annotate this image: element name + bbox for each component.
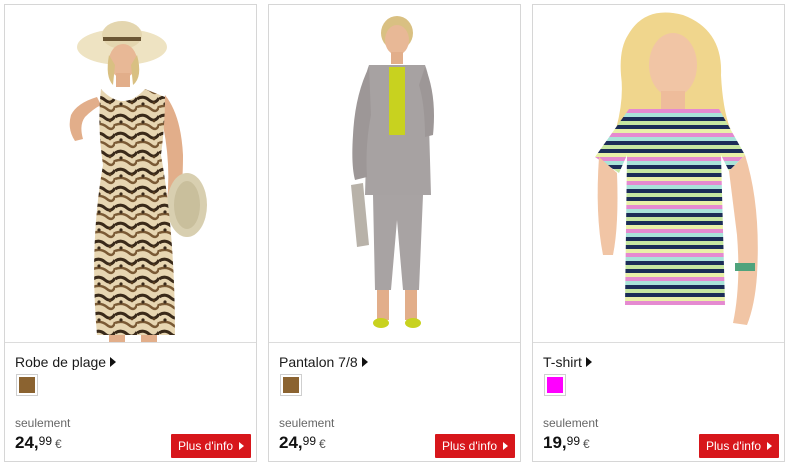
product-card-robe-de-plage: Robe de plage seulement 24,99 € Plus d'in… — [4, 4, 257, 462]
product-name: T-shirt — [543, 354, 582, 370]
arrow-right-icon — [767, 442, 772, 450]
price-integer: 24, — [15, 433, 39, 452]
price-prefix: seulement — [543, 416, 599, 430]
product-image-pantalon[interactable] — [269, 5, 520, 342]
product-image-t-shirt[interactable] — [533, 5, 784, 342]
product-name-link[interactable]: T-shirt — [543, 354, 592, 370]
price-currency: € — [55, 437, 62, 451]
swatch-fill — [547, 377, 563, 393]
price-integer: 24, — [279, 433, 303, 452]
price: 24,99 € — [15, 433, 62, 453]
color-swatch[interactable] — [16, 374, 38, 396]
color-swatch[interactable] — [544, 374, 566, 396]
price-decimal: 99 — [38, 434, 52, 448]
more-info-label: Plus d'info — [706, 439, 761, 453]
price-prefix: seulement — [279, 416, 335, 430]
price-currency: € — [319, 437, 326, 451]
card-divider — [533, 342, 784, 343]
more-info-label: Plus d'info — [178, 439, 233, 453]
product-card-t-shirt: T-shirt seulement 19,99 € Plus d'info — [532, 4, 785, 462]
more-info-button[interactable]: Plus d'info — [435, 434, 515, 458]
price-integer: 19, — [543, 433, 567, 452]
swatch-fill — [19, 377, 35, 393]
more-info-button[interactable]: Plus d'info — [171, 434, 251, 458]
product-name-link[interactable]: Robe de plage — [15, 354, 117, 370]
price-prefix: seulement — [15, 416, 71, 430]
arrow-right-icon — [239, 442, 244, 450]
price-decimal: 99 — [566, 434, 580, 448]
price-decimal: 99 — [302, 434, 316, 448]
price-currency: € — [583, 437, 590, 451]
swatch-fill — [283, 377, 299, 393]
more-info-button[interactable]: Plus d'info — [699, 434, 779, 458]
color-swatch[interactable] — [280, 374, 302, 396]
arrow-right-icon — [361, 357, 368, 367]
arrow-right-icon — [585, 357, 592, 367]
product-name: Robe de plage — [15, 354, 107, 370]
card-divider — [269, 342, 520, 343]
product-card-pantalon: Pantalon 7/8 seulement 24,99 € Plus d'inf… — [268, 4, 521, 462]
arrow-right-icon — [503, 442, 508, 450]
more-info-label: Plus d'info — [442, 439, 497, 453]
product-name-link[interactable]: Pantalon 7/8 — [279, 354, 368, 370]
product-name: Pantalon 7/8 — [279, 354, 358, 370]
product-image-robe-de-plage[interactable] — [5, 5, 256, 342]
card-divider — [5, 342, 256, 343]
arrow-right-icon — [110, 357, 117, 367]
price: 19,99 € — [543, 433, 590, 453]
price: 24,99 € — [279, 433, 326, 453]
